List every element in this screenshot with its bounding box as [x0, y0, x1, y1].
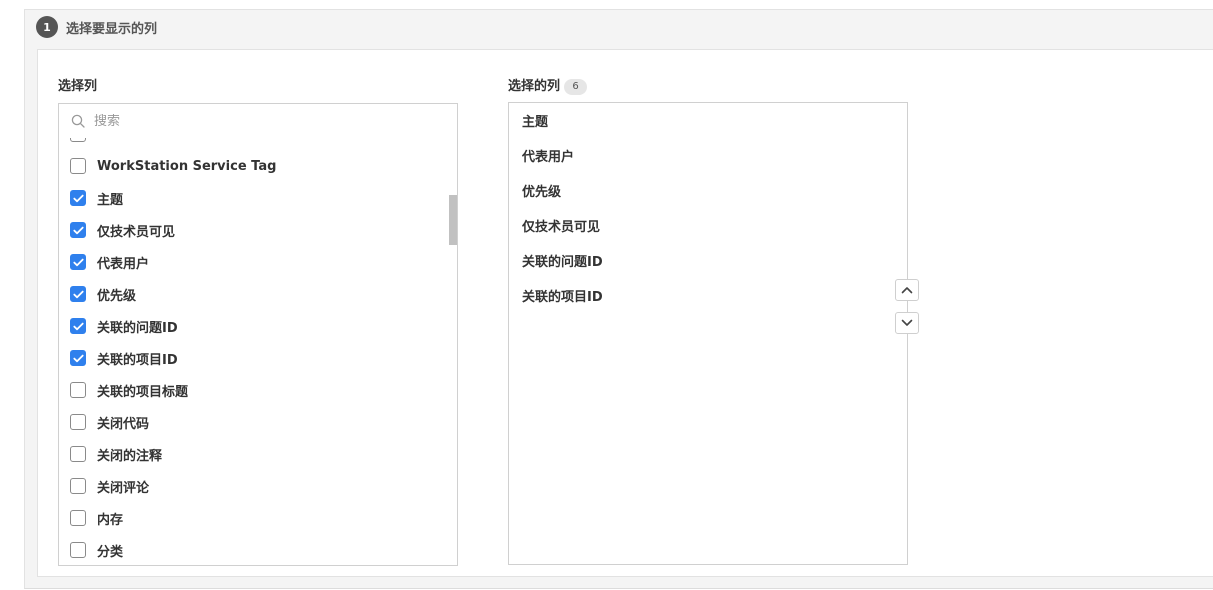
available-column-item[interactable]: 优先级 [59, 278, 449, 310]
column-checkbox[interactable] [70, 478, 86, 494]
column-checkbox[interactable] [70, 542, 86, 558]
check-icon [72, 194, 84, 202]
column-search-box[interactable] [58, 103, 458, 139]
selected-column-item[interactable]: 代表用户 [509, 138, 907, 173]
column-label: 关闭评论 [97, 480, 150, 496]
selected-column-item[interactable]: 关联的项目ID [509, 278, 907, 313]
chevron-down-icon [901, 319, 913, 326]
column-checkbox[interactable] [70, 382, 86, 398]
available-column-item[interactable]: 关联的项目ID [59, 342, 449, 374]
selected-columns-label-text: 选择的列 [508, 79, 561, 94]
selected-column-item[interactable]: 仅技术员可见 [509, 208, 907, 243]
available-column-item[interactable]: WorkStation Service Tag [59, 150, 449, 182]
column-checkbox[interactable] [70, 286, 86, 302]
search-input[interactable] [94, 113, 434, 129]
column-label: 关联的项目标题 [97, 384, 189, 400]
selected-columns-label: 选择的列 6 [508, 75, 588, 95]
column-checkbox[interactable] [70, 190, 86, 206]
step-number-badge: 1 [36, 16, 58, 38]
move-down-button[interactable] [895, 312, 919, 334]
column-selection-content: 选择列 WorkStation Model WorkStation Service… [37, 49, 1213, 577]
scrollbar-thumb[interactable] [449, 195, 457, 245]
check-icon [72, 290, 84, 298]
available-column-item[interactable]: 关闭的注释 [59, 438, 449, 470]
column-label: 内存 [97, 512, 124, 528]
column-label: 关闭代码 [97, 416, 150, 432]
column-label: 关联的项目ID [97, 352, 178, 368]
column-checkbox[interactable] [70, 222, 86, 238]
available-column-item[interactable]: 主题 [59, 182, 449, 214]
chevron-up-icon [901, 287, 913, 294]
column-selection-panel: 1 选择要显示的列 选择列 WorkStation ModelWorkStati… [24, 9, 1213, 589]
available-column-item[interactable]: 关闭评论 [59, 470, 449, 502]
search-icon [71, 114, 85, 128]
column-label: WorkStation Service Tag [97, 158, 277, 174]
column-label: 关联的问题ID [97, 320, 178, 336]
available-column-item[interactable]: 关闭代码 [59, 406, 449, 438]
selected-column-item[interactable]: 主题 [509, 103, 907, 138]
available-column-item[interactable]: 代表用户 [59, 246, 449, 278]
column-label: WorkStation Model [97, 138, 237, 142]
check-icon [72, 258, 84, 266]
column-label: 代表用户 [97, 256, 150, 272]
column-label: 关闭的注释 [97, 448, 163, 464]
available-column-item[interactable]: 分类 [59, 534, 449, 565]
column-label: 分类 [97, 544, 124, 560]
column-label: 主题 [97, 192, 124, 208]
column-checkbox[interactable] [70, 318, 86, 334]
column-checkbox[interactable] [70, 350, 86, 366]
available-column-item[interactable]: 仅技术员可见 [59, 214, 449, 246]
selected-count-badge: 6 [564, 79, 588, 95]
move-up-button[interactable] [895, 279, 919, 301]
column-checkbox[interactable] [70, 158, 86, 174]
check-icon [72, 226, 84, 234]
column-checkbox[interactable] [70, 510, 86, 526]
selected-columns-list[interactable]: 主题 代表用户 优先级 仅技术员可见 关联的问题ID 关联的项目ID [508, 102, 908, 565]
available-columns-label: 选择列 [58, 75, 97, 94]
available-column-item[interactable]: WorkStation Model [59, 138, 449, 150]
available-columns-list[interactable]: WorkStation Model WorkStation Service Tag… [58, 138, 458, 566]
available-column-item[interactable]: 关联的问题ID [59, 310, 449, 342]
available-columns-label-text: 选择列 [58, 79, 98, 94]
selected-column-item[interactable]: 关联的问题ID [509, 243, 907, 278]
check-icon [72, 322, 84, 330]
column-checkbox[interactable] [70, 446, 86, 462]
column-checkbox[interactable] [70, 138, 86, 142]
check-icon [72, 354, 84, 362]
column-checkbox[interactable] [70, 414, 86, 430]
column-label: 优先级 [97, 288, 137, 304]
column-checkbox[interactable] [70, 254, 86, 270]
step-header: 1 选择要显示的列 [36, 16, 157, 38]
available-column-item[interactable]: 关联的项目标题 [59, 374, 449, 406]
column-label: 仅技术员可见 [97, 224, 176, 240]
step-title: 选择要显示的列 [66, 21, 158, 37]
available-columns-items: WorkStation Model WorkStation Service Tag… [59, 138, 449, 565]
available-column-item[interactable]: 内存 [59, 502, 449, 534]
selected-column-item[interactable]: 优先级 [509, 173, 907, 208]
